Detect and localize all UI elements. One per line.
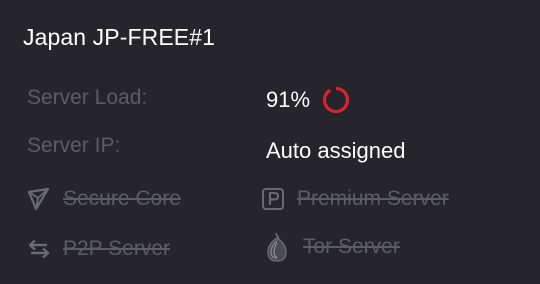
load-ring-icon [322,86,350,114]
tor-server-label: Tor Server [303,235,400,258]
server-title: Japan JP-FREE#1 [23,24,215,50]
premium-p-icon [259,185,287,213]
p2p-arrows-icon [25,235,53,263]
p2p-server-label: P2P Server [63,237,170,260]
feature-secure-core: Secure Core [25,185,181,213]
premium-server-label: Premium Server [297,187,449,210]
feature-premium-server: Premium Server [259,185,449,213]
secure-core-label: Secure Core [63,187,181,210]
server-ip-value: Auto assigned [266,138,406,163]
secure-core-icon [25,185,53,213]
feature-tor-server: Tor Server [263,230,400,264]
server-load-value: 91% [266,85,350,115]
feature-p2p-server: P2P Server [25,235,170,263]
server-ip-label: Server IP: [27,134,121,157]
tor-onion-icon [263,230,291,264]
server-load-percent: 91% [266,87,311,112]
server-load-label: Server Load: [27,86,148,109]
